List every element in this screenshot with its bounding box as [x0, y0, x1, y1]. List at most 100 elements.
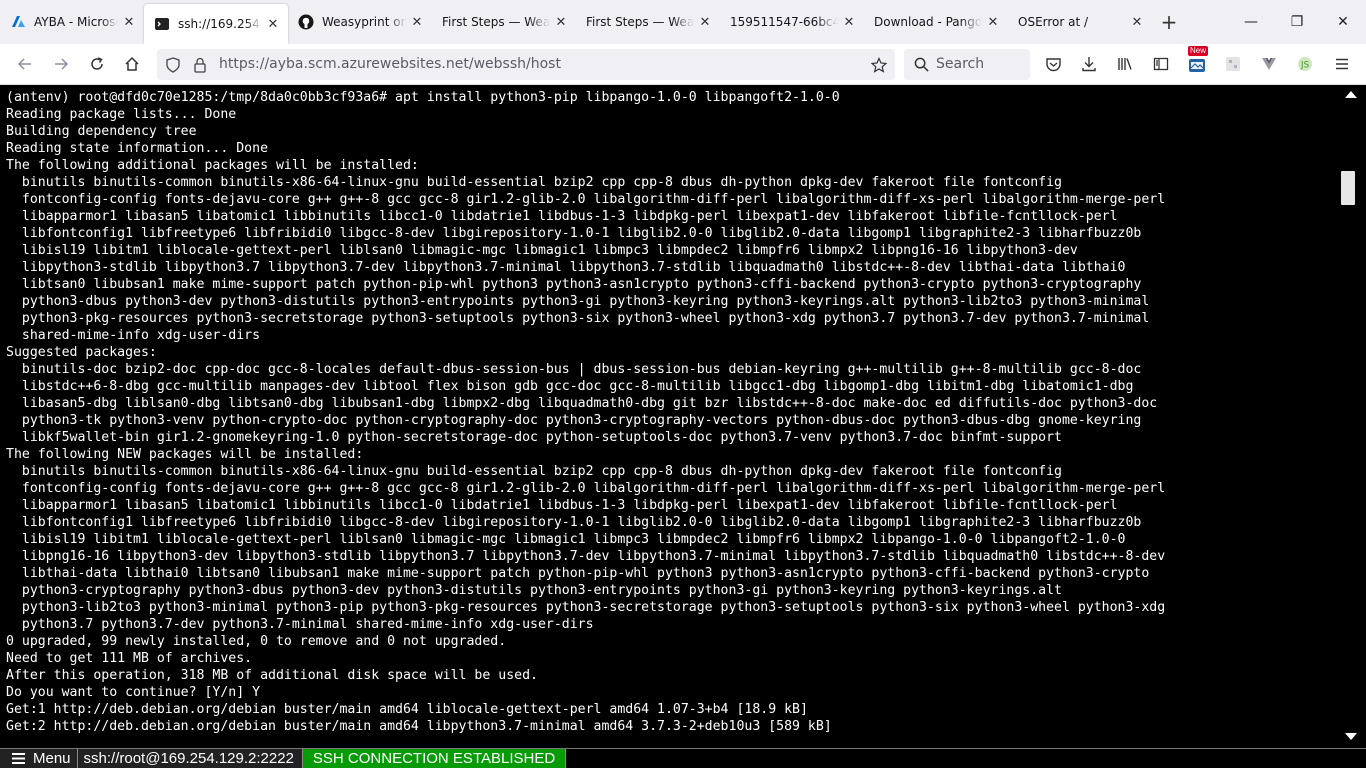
downloads-button[interactable]: [1077, 52, 1101, 76]
menu-button[interactable]: Menu: [0, 749, 78, 768]
nodejs-icon: JS: [1298, 57, 1312, 71]
forward-button[interactable]: [49, 52, 73, 76]
svg-text:JS: JS: [1300, 61, 1310, 71]
search-box[interactable]: Search: [904, 49, 1030, 80]
reload-button[interactable]: [85, 52, 109, 76]
restore-button[interactable]: ❐: [1274, 0, 1320, 44]
close-tab-icon[interactable]: ✕: [1130, 15, 1144, 30]
terminal-line: libapparmor1 libasan5 libatomic1 libbinu…: [6, 209, 1118, 224]
tab-strip: AYBA - Microsoft Azure ✕ ssh://169.254.1…: [0, 0, 1366, 44]
pocket-button[interactable]: [1041, 52, 1065, 76]
new-tab-button[interactable]: +: [1152, 0, 1186, 44]
terminal-line: The following NEW packages will be insta…: [6, 447, 364, 462]
sidebar-button[interactable]: [1149, 52, 1173, 76]
hamburger-menu-icon: [1336, 58, 1348, 70]
close-tab-icon[interactable]: ✕: [554, 15, 568, 30]
terminal-line: After this operation, 318 MB of addition…: [6, 668, 538, 683]
terminal-line: Get:1 http://deb.debian.org/debian buste…: [6, 702, 808, 717]
app-menu-button[interactable]: [1330, 52, 1354, 76]
terminal-line: binutils-doc bzip2-doc cpp-doc gcc-8-loc…: [6, 362, 1142, 377]
library-button[interactable]: [1113, 52, 1137, 76]
terminal-line: 0 upgraded, 99 newly installed, 0 to rem…: [6, 634, 507, 649]
minimize-button[interactable]: —: [1228, 0, 1274, 44]
terminal-line: libisl19 libitm1 liblocale-gettext-perl …: [6, 532, 1126, 547]
home-icon: [125, 56, 139, 71]
tab-weasyprint-2[interactable]: First Steps — WeasyPrint ✕: [576, 0, 720, 44]
github-logo-icon: [298, 14, 314, 30]
tab-title: 159511547-66bc4a5b: [730, 15, 838, 29]
arrow-left-icon: [17, 58, 31, 70]
shield-icon[interactable]: [165, 57, 181, 73]
close-tab-icon[interactable]: ✕: [266, 17, 280, 32]
terminal-line: binutils binutils-common binutils-x86-64…: [6, 175, 1062, 190]
tab-title: AYBA - Microsoft Azure: [34, 15, 118, 29]
download-icon: [1082, 57, 1096, 72]
close-tab-icon[interactable]: ✕: [122, 15, 136, 30]
vue-logo-icon: [1262, 58, 1276, 70]
terminal-line: Building dependency tree: [6, 124, 197, 139]
close-tab-icon[interactable]: ✕: [986, 15, 1000, 30]
terminal-line: libfontconfig1 libfreetype6 libfribidi0 …: [6, 515, 1142, 530]
url-bar[interactable]: https://ayba.scm.azurewebsites.net/webss…: [157, 49, 895, 80]
vue-devtools-button[interactable]: [1257, 52, 1281, 76]
home-button[interactable]: [120, 52, 144, 76]
scrollbar-thumb[interactable]: [1341, 171, 1355, 205]
terminal-line: libtsan0 libubsan1 make mime-support pat…: [6, 277, 1142, 292]
close-window-button[interactable]: ✕: [1320, 0, 1366, 44]
terminal-line: python3-lib2to3 python3-minimal python3-…: [6, 600, 1166, 615]
nodejs-extension-button[interactable]: JS: [1293, 52, 1317, 76]
sidebar-icon: [1153, 57, 1169, 71]
tab-ssh[interactable]: ssh://169.254.129.2 ✕: [144, 4, 288, 44]
terminal-line: Get:2 http://deb.debian.org/debian buste…: [6, 719, 832, 734]
url-text: https://ayba.scm.azurewebsites.net/webss…: [219, 56, 561, 72]
menu-label: Menu: [33, 750, 71, 767]
navigation-toolbar: https://ayba.scm.azurewebsites.net/webss…: [0, 44, 1366, 85]
tab-title: ssh://169.254.129.2: [178, 17, 262, 31]
terminal-line: (antenv) root@dfd0c70e1285:/tmp/8da0c0bb…: [6, 90, 840, 105]
close-tab-icon[interactable]: ✕: [410, 15, 424, 30]
reload-icon: [91, 57, 103, 70]
extension-button[interactable]: [1221, 52, 1245, 76]
back-button[interactable]: [13, 52, 37, 76]
terminal-line: python3-cryptography python3-dbus python…: [6, 583, 1062, 598]
restore-icon: ❐: [1290, 14, 1304, 30]
scroll-down-arrow-icon[interactable]: [1345, 733, 1357, 740]
azure-logo-icon: [10, 14, 26, 30]
hamburger-menu-icon: [12, 753, 25, 764]
terminal-scrollbar[interactable]: [1338, 85, 1366, 748]
terminal-line: Reading state information... Done: [6, 141, 269, 156]
terminal-line: shared-mime-info xdg-user-dirs: [6, 328, 261, 343]
terminal-line: binutils binutils-common binutils-x86-64…: [6, 464, 1062, 479]
close-tab-icon[interactable]: ✕: [842, 15, 856, 30]
terminal-output[interactable]: (antenv) root@dfd0c70e1285:/tmp/8da0c0bb…: [0, 85, 1338, 748]
addon-button[interactable]: New: [1185, 46, 1209, 76]
scroll-up-arrow-icon[interactable]: [1345, 91, 1357, 98]
terminal-line: libkf5wallet-bin gir1.2-gnomekeyring-1.0…: [6, 430, 1062, 445]
lock-icon[interactable]: [193, 57, 207, 73]
search-placeholder: Search: [936, 56, 985, 72]
library-icon: [1118, 58, 1132, 70]
arrow-right-icon: [55, 58, 69, 70]
bookmark-star-icon[interactable]: [871, 57, 887, 73]
terminal-line: fontconfig-config fonts-dejavu-core g++ …: [6, 192, 1166, 207]
terminal-line: libpng16-16 libpython3-dev libpython3-st…: [6, 549, 1166, 564]
tab-pango[interactable]: Download - Pango ✕: [864, 0, 1008, 44]
tab-github[interactable]: Weasyprint on cloud ✕: [288, 0, 432, 44]
terminal-line: python3-tk python3-venv python-crypto-do…: [6, 413, 1142, 428]
tab-azure[interactable]: AYBA - Microsoft Azure ✕: [0, 0, 144, 44]
tab-weasyprint-1[interactable]: First Steps — WeasyPrint ✕: [432, 0, 576, 44]
status-bar: Menu ssh://root@169.254.129.2:2222 SSH C…: [0, 748, 1366, 768]
close-tab-icon[interactable]: ✕: [698, 15, 712, 30]
terminal-line: Reading package lists... Done: [6, 107, 237, 122]
addon-icon: [1189, 59, 1205, 72]
extension-grid-icon: [1226, 57, 1240, 71]
terminal-line: Suggested packages:: [6, 345, 157, 360]
terminal-line: The following additional packages will b…: [6, 158, 419, 173]
terminal-line: libasan5-dbg liblsan0-dbg libtsan0-dbg l…: [6, 396, 1158, 411]
tab-oserror[interactable]: OSError at / ✕: [1008, 0, 1152, 44]
terminal-line: libthai-data libthai0 libtsan0 libubsan1…: [6, 566, 1150, 581]
plus-icon: +: [1160, 10, 1178, 34]
tab-image[interactable]: 159511547-66bc4a5b ✕: [720, 0, 864, 44]
window-controls: — ❐ ✕: [1228, 0, 1366, 44]
terminal-line: libisl19 libitm1 liblocale-gettext-perl …: [6, 243, 1078, 258]
